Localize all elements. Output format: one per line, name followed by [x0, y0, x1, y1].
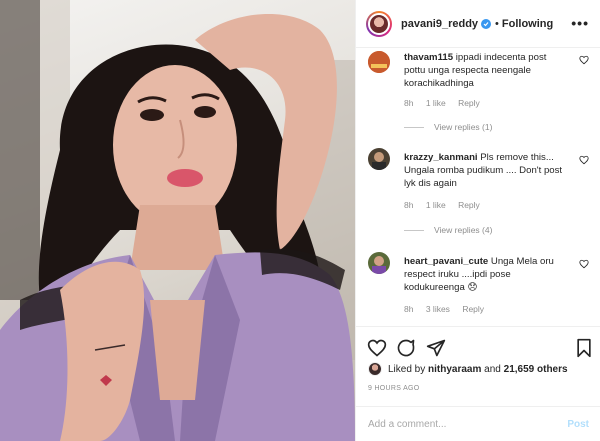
commenter-username[interactable]: krazzy_kanmani: [404, 152, 478, 163]
likes-prefix: Liked by: [388, 363, 426, 375]
replies-divider: [404, 229, 424, 231]
comment-reply-button[interactable]: Reply: [462, 304, 484, 314]
bookmark-icon[interactable]: [574, 338, 594, 358]
comment-icon[interactable]: [396, 338, 416, 358]
comment-like-heart-icon[interactable]: [579, 155, 589, 165]
post-header: pavani9_reddy • Following •••: [356, 0, 600, 48]
comments-list[interactable]: thavam115 ippadi indecenta post pottu un…: [356, 49, 600, 326]
view-replies-button[interactable]: View replies (1): [404, 122, 492, 132]
comment-input[interactable]: [368, 418, 568, 430]
comment-time: 8h: [404, 200, 414, 210]
comment-time: 8h: [404, 304, 414, 314]
view-replies-label: View replies (1): [434, 122, 493, 132]
post-photo-illustration: [0, 0, 355, 441]
comment-like-count[interactable]: 1 like: [426, 98, 446, 108]
likes-summary[interactable]: Liked by nithyaraam and 21,659 others: [368, 362, 568, 376]
comment-like-heart-icon[interactable]: [579, 55, 589, 65]
comment-text: thavam115 ippadi indecenta post pottu un…: [404, 51, 566, 90]
comment-meta: 8h 1 like Reply: [404, 98, 490, 108]
post-photo[interactable]: [0, 0, 355, 441]
add-comment-bar: Post: [356, 406, 600, 441]
share-icon[interactable]: [426, 338, 446, 358]
more-options-icon[interactable]: •••: [571, 16, 589, 30]
author-avatar[interactable]: [366, 10, 392, 37]
likes-others[interactable]: 21,659 others: [504, 364, 568, 375]
post-timestamp[interactable]: 9 HOURS AGO: [368, 385, 420, 392]
comment-reply-button[interactable]: Reply: [458, 200, 480, 210]
comment-text: heart_pavani_cute Unga Mela oru respect …: [404, 255, 566, 294]
comment-like-count[interactable]: 3 likes: [426, 304, 450, 314]
verified-badge-icon: [481, 18, 492, 29]
comment-like-heart-icon[interactable]: [579, 259, 589, 269]
comment-meta: 8h 3 likes Reply: [404, 304, 494, 314]
commenter-avatar[interactable]: [368, 148, 390, 170]
liker-username[interactable]: nithyaraam: [428, 364, 481, 375]
comment-like-count[interactable]: 1 like: [426, 200, 446, 210]
commenter-avatar[interactable]: [368, 51, 390, 73]
following-button[interactable]: Following: [502, 18, 553, 30]
heart-icon[interactable]: [367, 338, 387, 358]
author-username[interactable]: pavani9_reddy: [401, 18, 478, 30]
comment-text: krazzy_kanmani Pls remove this... Ungala…: [404, 151, 566, 190]
post-side-panel: pavani9_reddy • Following ••• thavam115 …: [355, 0, 600, 441]
likes-conjunction: and: [484, 363, 501, 375]
post-actions-bar: [356, 326, 600, 366]
comment-reply-button[interactable]: Reply: [458, 98, 480, 108]
comment-meta: 8h 1 like Reply: [404, 200, 490, 210]
post-comment-button[interactable]: Post: [567, 419, 589, 430]
view-replies-button[interactable]: View replies (4): [404, 225, 492, 235]
commenter-avatar[interactable]: [368, 252, 390, 274]
liker-avatar: [368, 362, 382, 376]
commenter-username[interactable]: thavam115: [404, 52, 453, 63]
comment-time: 8h: [404, 98, 414, 108]
replies-divider: [404, 126, 424, 128]
view-replies-label: View replies (4): [434, 225, 493, 235]
commenter-username[interactable]: heart_pavani_cute: [404, 256, 488, 267]
header-separator: •: [495, 17, 499, 30]
